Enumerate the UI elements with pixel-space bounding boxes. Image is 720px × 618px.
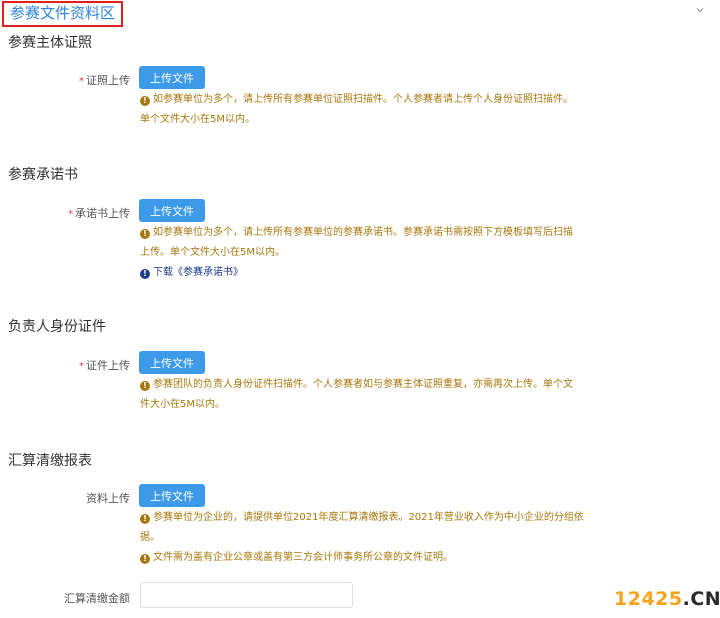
warning-icon: ! xyxy=(140,381,150,391)
chevron-down-icon[interactable] xyxy=(694,4,706,16)
field-label-commitment-upload: * 承诺书上传 xyxy=(68,207,130,220)
field-label-settlement-amount: 汇算清缴金额 xyxy=(64,592,130,605)
page-title: 参赛文件资料区 xyxy=(2,1,124,27)
field-label-license-upload: * 证照上传 xyxy=(79,74,130,87)
section-title-entity-license: 参赛主体证照 xyxy=(8,35,92,51)
info-icon: ! xyxy=(140,269,150,279)
section-title-commitment-letter: 参赛承诺书 xyxy=(8,167,78,183)
download-commitment-template-link[interactable]: 下载《参赛承诺书》 xyxy=(153,267,243,278)
commitment-upload-note: ! 如参赛单位为多个，请上传所有参赛单位的参赛承诺书。参赛承诺书需按照下方模板填写… xyxy=(140,227,573,279)
upload-id-button[interactable]: 上传文件 xyxy=(139,351,205,374)
watermark-logo: 12425.CN xyxy=(614,588,720,610)
settlement-amount-input[interactable] xyxy=(140,582,353,608)
warning-icon: ! xyxy=(140,514,150,524)
id-upload-note: ! 参赛团队的负责人身份证件扫描件。个人参赛者如与参赛主体证照重复，亦需再次上传。… xyxy=(140,379,573,410)
tax-upload-note: ! 参赛单位为企业的，请提供单位2021年度汇算清缴报表。2021年营业收入作为中… xyxy=(140,512,584,564)
upload-license-button[interactable]: 上传文件 xyxy=(139,66,205,89)
section-title-tax-settlement: 汇算清缴报表 xyxy=(8,453,92,469)
warning-icon: ! xyxy=(140,554,150,564)
field-label-id-upload: * 证件上传 xyxy=(79,359,130,372)
license-upload-note: ! 如参赛单位为多个，请上传所有参赛单位证照扫描件。个人参赛者请上传个人身份证照扫… xyxy=(140,94,573,125)
upload-commitment-button[interactable]: 上传文件 xyxy=(139,199,205,222)
upload-tax-report-button[interactable]: 上传文件 xyxy=(139,484,205,507)
warning-icon: ! xyxy=(140,96,150,106)
warning-icon: ! xyxy=(140,229,150,239)
field-label-material-upload: 资料上传 xyxy=(86,492,130,505)
section-title-responsible-id: 负责人身份证件 xyxy=(8,319,106,335)
